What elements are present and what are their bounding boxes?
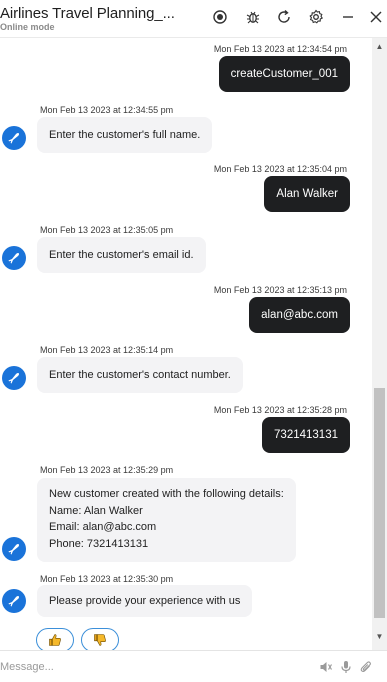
speaker-icon[interactable]: [319, 660, 333, 674]
message-text: Please provide your experience with us: [49, 595, 241, 607]
thumbs-up-icon: [49, 634, 61, 646]
message-text: Enter the customer's full name.: [49, 129, 201, 141]
bot-message: Enter the customer's full name.: [37, 117, 213, 153]
scroll-up-arrow-icon[interactable]: ▲: [372, 40, 387, 52]
message-timestamp: Mon Feb 13 2023 at 12:35:28 pm: [213, 405, 347, 415]
chat-scrollbar[interactable]: ▲ ▼: [372, 38, 387, 650]
message-line: Name: Alan Walker: [49, 504, 143, 517]
close-icon[interactable]: [367, 8, 385, 26]
message-text: Alan Walker: [276, 188, 338, 200]
message-list[interactable]: Mon Feb 13 2023 at 12:34:54 pm createCus…: [0, 38, 372, 650]
connection-status: Online mode: [0, 22, 55, 32]
message-timestamp: Mon Feb 13 2023 at 12:34:55 pm: [40, 105, 174, 115]
bug-icon[interactable]: [244, 8, 262, 26]
bot-avatar: [2, 366, 26, 390]
record-icon[interactable]: [211, 8, 229, 26]
thumbs-down-button[interactable]: [81, 628, 119, 650]
bot-avatar: [2, 126, 26, 150]
airplane-icon: [8, 132, 20, 144]
airplane-icon: [8, 252, 20, 264]
message-line: Email: alan@abc.com: [49, 521, 157, 533]
airplane-icon: [8, 372, 20, 384]
scroll-down-arrow-icon[interactable]: ▼: [372, 630, 387, 642]
message-timestamp: Mon Feb 13 2023 at 12:35:04 pm: [213, 164, 347, 174]
refresh-icon[interactable]: [275, 8, 293, 26]
attachment-icon[interactable]: [359, 660, 373, 674]
message-timestamp: Mon Feb 13 2023 at 12:35:29 pm: [40, 465, 174, 475]
chat-header: Airlines Travel Planning_... Online mode: [0, 0, 387, 38]
bot-title: Airlines Travel Planning_...: [0, 5, 175, 22]
user-message: alan@abc.com: [249, 297, 350, 333]
minimize-icon[interactable]: [339, 8, 357, 26]
user-message: Alan Walker: [264, 176, 350, 212]
bot-avatar: [2, 589, 26, 613]
thumbs-up-button[interactable]: [36, 628, 74, 650]
bot-avatar: [2, 246, 26, 270]
scrollbar-thumb[interactable]: [374, 388, 385, 618]
airplane-icon: [8, 595, 20, 607]
microphone-icon[interactable]: [339, 660, 353, 674]
bot-avatar: [2, 537, 26, 561]
airplane-icon: [8, 543, 20, 555]
bot-message: Please provide your experience with us: [37, 585, 253, 617]
bot-message: Enter the customer's contact number.: [37, 357, 243, 393]
message-composer: [0, 650, 387, 682]
thumbs-down-icon: [94, 634, 106, 646]
message-timestamp: Mon Feb 13 2023 at 12:35:30 pm: [40, 574, 174, 584]
message-input[interactable]: [0, 657, 300, 677]
message-text: 7321413131: [274, 429, 338, 441]
bot-message: Enter the customer's email id.: [37, 237, 206, 273]
message-timestamp: Mon Feb 13 2023 at 12:35:14 pm: [40, 345, 174, 355]
message-line: New customer created with the following …: [49, 488, 284, 500]
settings-icon[interactable]: [307, 8, 325, 26]
message-text: createCustomer_001: [230, 68, 338, 80]
user-message: 7321413131: [262, 417, 350, 453]
message-timestamp: Mon Feb 13 2023 at 12:35:13 pm: [213, 285, 347, 295]
message-text: Enter the customer's contact number.: [49, 369, 231, 381]
message-text: alan@abc.com: [261, 309, 338, 321]
message-text: Enter the customer's email id.: [49, 249, 194, 261]
message-timestamp: Mon Feb 13 2023 at 12:34:54 pm: [213, 44, 347, 54]
message-timestamp: Mon Feb 13 2023 at 12:35:05 pm: [40, 225, 174, 235]
user-message: createCustomer_001: [218, 56, 350, 92]
message-line: Phone: 7321413131: [49, 537, 149, 550]
bot-message: New customer created with the following …: [37, 478, 296, 562]
